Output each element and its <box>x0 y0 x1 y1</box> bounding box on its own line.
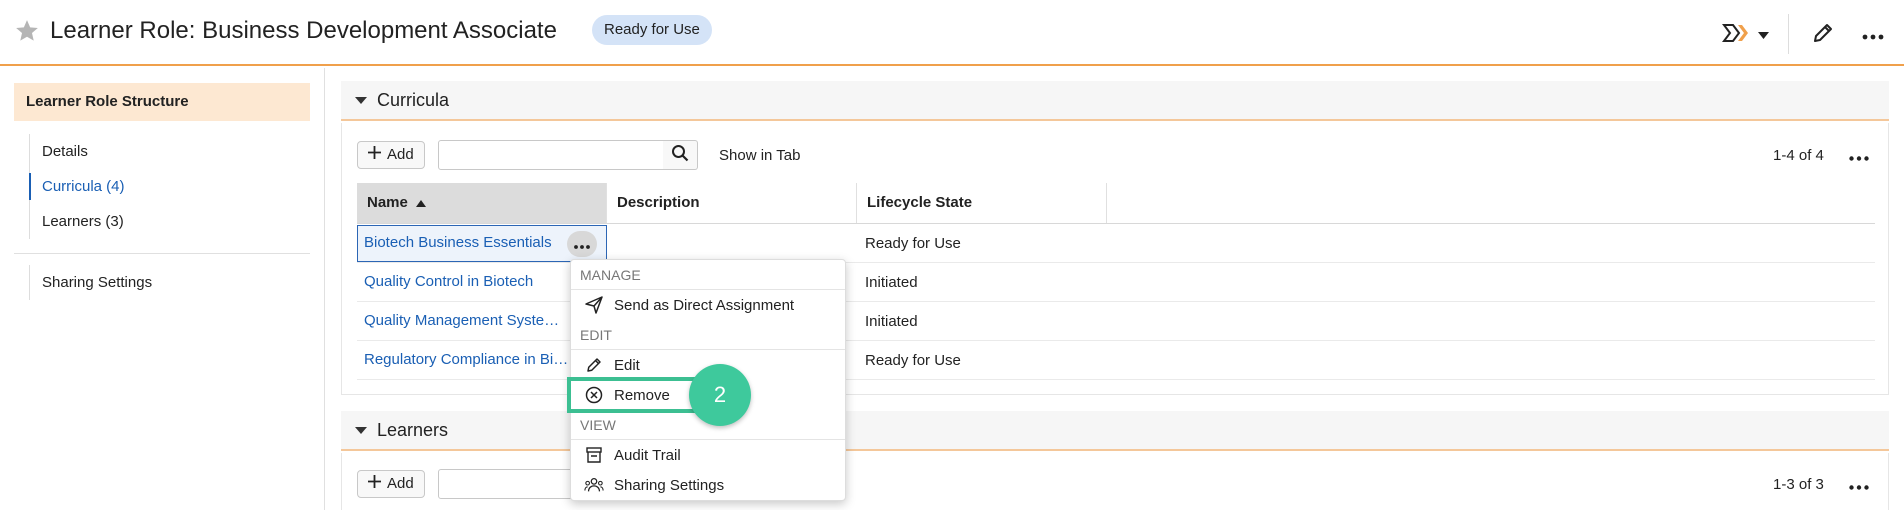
row-actions-button[interactable] <box>567 231 597 257</box>
sort-ascending-icon <box>416 183 427 223</box>
menu-item-label: Sharing Settings <box>614 476 725 494</box>
collapse-caret-icon[interactable] <box>355 427 367 434</box>
curricula-count: 1-4 of 4 <box>1773 147 1824 164</box>
step-number-badge: 2 <box>689 364 751 426</box>
menu-group-manage: MANAGE <box>571 260 845 290</box>
column-header-description[interactable]: Description <box>607 183 857 223</box>
status-badge: Ready for Use <box>592 15 712 45</box>
edit-button[interactable] <box>1808 20 1838 50</box>
pencil-icon <box>1811 21 1835 49</box>
workflow-chevrons-icon <box>1721 22 1752 48</box>
section-title-curricula: Curricula <box>377 90 450 110</box>
left-nav: Learner Role Structure Details Curricula… <box>0 68 325 510</box>
menu-item-audit-trail[interactable]: Audit Trail <box>571 440 845 470</box>
nav-item-learners[interactable]: Learners (3) <box>30 204 309 239</box>
pencil-icon <box>584 355 604 375</box>
nav-group-sharing: Sharing Settings <box>29 265 309 300</box>
nav-heading-learner-role-structure[interactable]: Learner Role Structure <box>14 83 310 121</box>
page-title: Learner Role: Business Development Assoc… <box>50 17 557 44</box>
more-horizontal-icon <box>1849 477 1869 494</box>
curriculum-link[interactable]: Quality Control in Biotech <box>364 273 533 290</box>
section-title-learners: Learners <box>377 420 449 440</box>
menu-group-edit: EDIT <box>571 320 845 350</box>
header-divider <box>1788 14 1789 54</box>
lifecycle-state: Initiated <box>865 274 918 291</box>
plus-icon <box>368 142 381 168</box>
lifecycle-state: Ready for Use <box>865 235 961 252</box>
menu-item-label: Send as Direct Assignment <box>614 296 795 314</box>
nav-item-curricula[interactable]: Curricula (4) <box>29 169 309 204</box>
page-header: Learner Role: Business Development Assoc… <box>0 0 1904 66</box>
nav-divider <box>14 253 310 254</box>
column-header-label: Name <box>367 194 408 211</box>
learners-add-button[interactable]: Add <box>357 470 425 498</box>
menu-item-sharing-settings[interactable]: Sharing Settings <box>571 470 845 500</box>
search-icon <box>671 144 689 166</box>
nav-item-details[interactable]: Details <box>30 134 309 169</box>
audit-trail-icon <box>584 445 604 465</box>
more-horizontal-icon <box>1849 148 1869 165</box>
curricula-section-header[interactable]: Curricula <box>341 81 1889 121</box>
header-more-button[interactable] <box>1858 20 1888 50</box>
show-in-tab-link[interactable]: Show in Tab <box>719 147 800 164</box>
curricula-search-input[interactable] <box>438 140 664 170</box>
remove-highlight-box <box>567 377 707 413</box>
lifecycle-state: Ready for Use <box>865 352 961 369</box>
menu-item-send-as-direct-assignment[interactable]: Send as Direct Assignment <box>571 290 845 320</box>
column-header-lifecycle-state[interactable]: Lifecycle State <box>857 183 1107 223</box>
curriculum-link[interactable]: Quality Management Syste… <box>364 312 559 329</box>
curricula-more-button[interactable] <box>1847 146 1871 166</box>
lifecycle-state: Initiated <box>865 313 918 330</box>
send-icon <box>584 295 604 315</box>
menu-item-label: Edit <box>614 356 640 374</box>
plus-icon <box>368 471 381 497</box>
learners-more-button[interactable] <box>1847 475 1871 495</box>
column-header-name[interactable]: Name <box>357 183 607 223</box>
nav-item-sharing-settings[interactable]: Sharing Settings <box>30 265 309 300</box>
curricula-add-button[interactable]: Add <box>357 141 425 169</box>
add-label: Add <box>387 146 414 163</box>
add-label: Add <box>387 475 414 492</box>
curricula-search-button[interactable] <box>663 140 698 170</box>
users-icon <box>584 475 604 495</box>
table-row[interactable]: Biotech Business Essentials Ready for Us… <box>357 224 1875 263</box>
nav-group-structure: Details Curricula (4) Learners (3) <box>29 134 309 239</box>
collapse-caret-icon[interactable] <box>355 97 367 104</box>
curriculum-link[interactable]: Regulatory Compliance in Bi… <box>364 351 568 368</box>
curriculum-link[interactable]: Biotech Business Essentials <box>364 234 552 251</box>
menu-item-label: Audit Trail <box>614 446 681 464</box>
favorite-star-icon[interactable] <box>14 18 40 44</box>
more-horizontal-icon <box>574 236 590 253</box>
learners-count: 1-3 of 3 <box>1773 476 1824 493</box>
workflow-menu-button[interactable] <box>1718 20 1772 50</box>
chevron-down-icon <box>1757 27 1769 44</box>
more-horizontal-icon <box>1862 27 1884 44</box>
